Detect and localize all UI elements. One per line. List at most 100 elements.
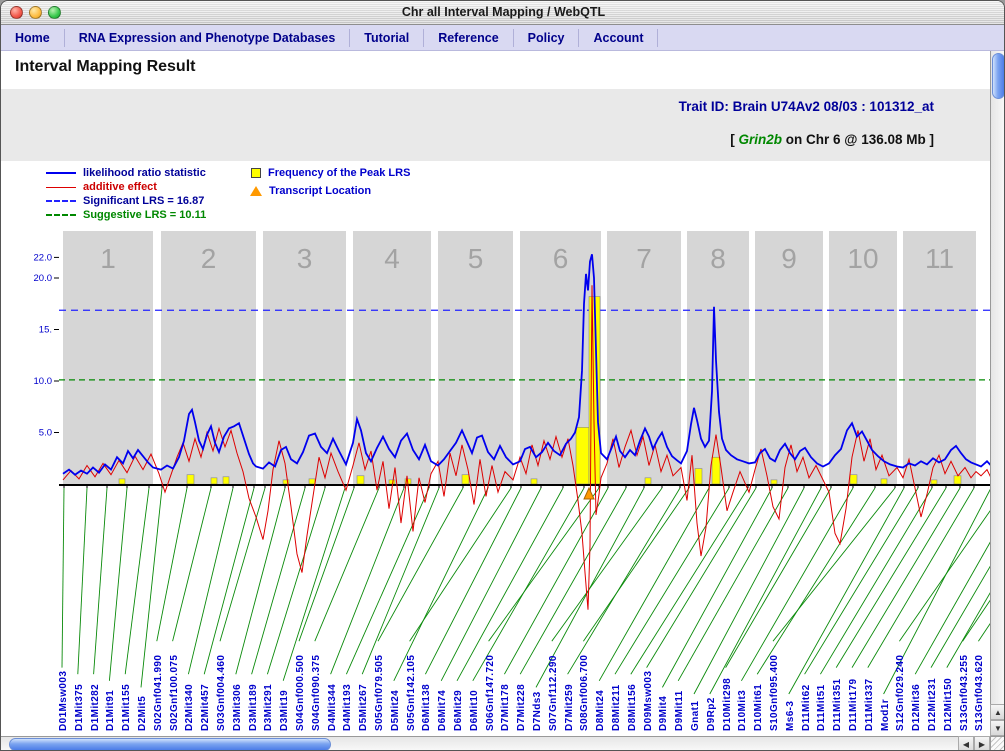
y-tick-label: 15.	[39, 325, 52, 336]
marker-label: D6Mit138	[421, 684, 432, 731]
legend-significant-label: Significant LRS = 16.87	[83, 195, 204, 207]
legend-additive: additive effect	[46, 181, 157, 193]
marker-connector-line	[78, 488, 87, 674]
legend-suggestive-label: Suggestive LRS = 10.11	[83, 209, 206, 221]
marker-label: D7Mit178	[500, 684, 511, 731]
legend-transcript: Transcript Location	[250, 185, 371, 197]
marker-connector-line	[220, 488, 265, 641]
marker-connector-line	[773, 488, 895, 641]
marker-label: D9Mit11	[674, 690, 685, 731]
marker-label: D9Rp2	[706, 697, 717, 731]
marker-label: S10Gnf095.400	[769, 655, 780, 731]
marker-connector-line	[125, 488, 149, 674]
marker-label: Ms6-3	[785, 701, 796, 731]
chromosome-number: 8	[710, 243, 726, 274]
marker-label: D6Mit10	[469, 690, 480, 731]
marker-label: D1Mit91	[105, 690, 116, 731]
marker-label: D3Mit291	[263, 684, 274, 731]
chromosome-number: 2	[201, 243, 217, 274]
marker-label: S06Gnf147.720	[485, 655, 496, 731]
frequency-bar	[931, 480, 937, 484]
horizontal-scrollbar-thumb[interactable]	[9, 738, 331, 751]
marker-connector-line	[188, 488, 233, 674]
page-content: Interval Mapping Result Trait ID: Brain …	[1, 1, 1005, 751]
marker-label: D11Mit351	[832, 678, 843, 731]
legend-additive-label: additive effect	[83, 181, 157, 193]
horizontal-scrollbar[interactable]: ◀ ▶	[1, 736, 990, 751]
marker-label: D8Mit156	[627, 684, 638, 731]
marker-connector-line	[805, 488, 918, 674]
scroll-down-button[interactable]: ▼	[990, 720, 1005, 736]
marker-label: D7Nds3	[532, 691, 543, 731]
marker-connector-line	[757, 488, 875, 674]
lrs-line-icon	[46, 172, 76, 174]
marker-label: S13Gnf043.255	[959, 655, 970, 731]
threshold-lines	[59, 310, 992, 380]
marker-label: D3Mit19	[279, 690, 290, 731]
scroll-left-button[interactable]: ◀	[958, 736, 974, 751]
marker-label: D3Mit189	[248, 684, 259, 731]
scroll-right-button[interactable]: ▶	[974, 736, 990, 751]
frequency-bar	[589, 297, 600, 484]
locus-prefix: [	[730, 132, 738, 147]
marker-label: D11Mit179	[848, 678, 859, 731]
legend-suggestive: Suggestive LRS = 10.11	[46, 209, 206, 221]
marker-connector-line	[489, 488, 599, 641]
marker-label: D8Mit211	[611, 684, 622, 731]
frequency-bar	[645, 478, 651, 484]
marker-connector-line	[868, 488, 974, 668]
marker-label: D4Mit344	[327, 684, 338, 731]
chromosome-number: 3	[297, 243, 313, 274]
marker-connector-line	[836, 488, 946, 668]
marker-connector-line	[615, 488, 729, 674]
legend-lrs: likelihood ratio statistic	[46, 167, 206, 179]
y-tick-label: 22.0	[34, 252, 53, 263]
marker-label: D2Mit457	[200, 684, 211, 731]
marker-connector-line	[204, 488, 254, 674]
frequency-bar	[771, 480, 777, 484]
marker-connector-line	[662, 488, 772, 687]
trait-locus-text: [ Grin2b on Chr 6 @ 136.08 Mb ]	[730, 132, 934, 147]
marker-connector-line	[252, 488, 305, 674]
marker-label: D12Mit36	[911, 684, 922, 731]
resize-grip[interactable]	[990, 736, 1005, 751]
marker-label: D11Mit62	[801, 684, 812, 731]
marker-label: D3Mit306	[232, 684, 243, 731]
frequency-bar	[531, 479, 537, 484]
legend-frequency: Frequency of the Peak LRS	[251, 167, 410, 179]
significant-line-icon	[46, 200, 76, 202]
marker-connector-line	[741, 488, 853, 681]
vertical-scrollbar-thumb[interactable]	[992, 53, 1005, 99]
marker-connector-line	[173, 488, 211, 641]
transcript-location-marker	[584, 488, 594, 499]
y-tick-label: 10.0	[34, 376, 53, 387]
marker-label: D1Mit282	[90, 684, 101, 731]
marker-label: S02Gnf041.990	[153, 655, 164, 731]
marker-connector-line	[315, 488, 379, 641]
frequency-bar	[881, 479, 887, 484]
marker-label: S07Gnf112.290	[548, 655, 559, 731]
frequency-bar	[309, 479, 315, 484]
marker-label: Gnat1	[690, 701, 701, 731]
locus-suffix: on Chr 6 @ 136.08 Mb ]	[782, 132, 934, 147]
marker-connector-line	[267, 488, 325, 674]
marker-label: D5Mit24	[390, 690, 401, 731]
gene-symbol-link[interactable]: Grin2b	[739, 132, 783, 147]
frequency-bars	[119, 297, 961, 484]
marker-connector-line	[599, 488, 709, 681]
marker-connector-line	[425, 488, 521, 674]
chromosome-number: 6	[553, 243, 569, 274]
frequency-bar	[695, 469, 702, 484]
vertical-scrollbar[interactable]: ▲ ▼	[990, 51, 1005, 736]
marker-label: D4Mit193	[342, 684, 353, 731]
marker-connector-line	[157, 488, 187, 641]
scroll-up-button[interactable]: ▲	[990, 704, 1005, 720]
marker-label: S04Gnf000.500	[295, 655, 306, 731]
marker-label: D7Mit259	[564, 684, 575, 731]
marker-connector-line	[820, 488, 932, 674]
marker-connector-line	[236, 488, 285, 674]
marker-label: D10Mit3	[737, 690, 748, 731]
marker-connector-line	[283, 488, 345, 681]
marker-connector-line	[473, 488, 584, 681]
marker-connector-line	[568, 488, 680, 674]
